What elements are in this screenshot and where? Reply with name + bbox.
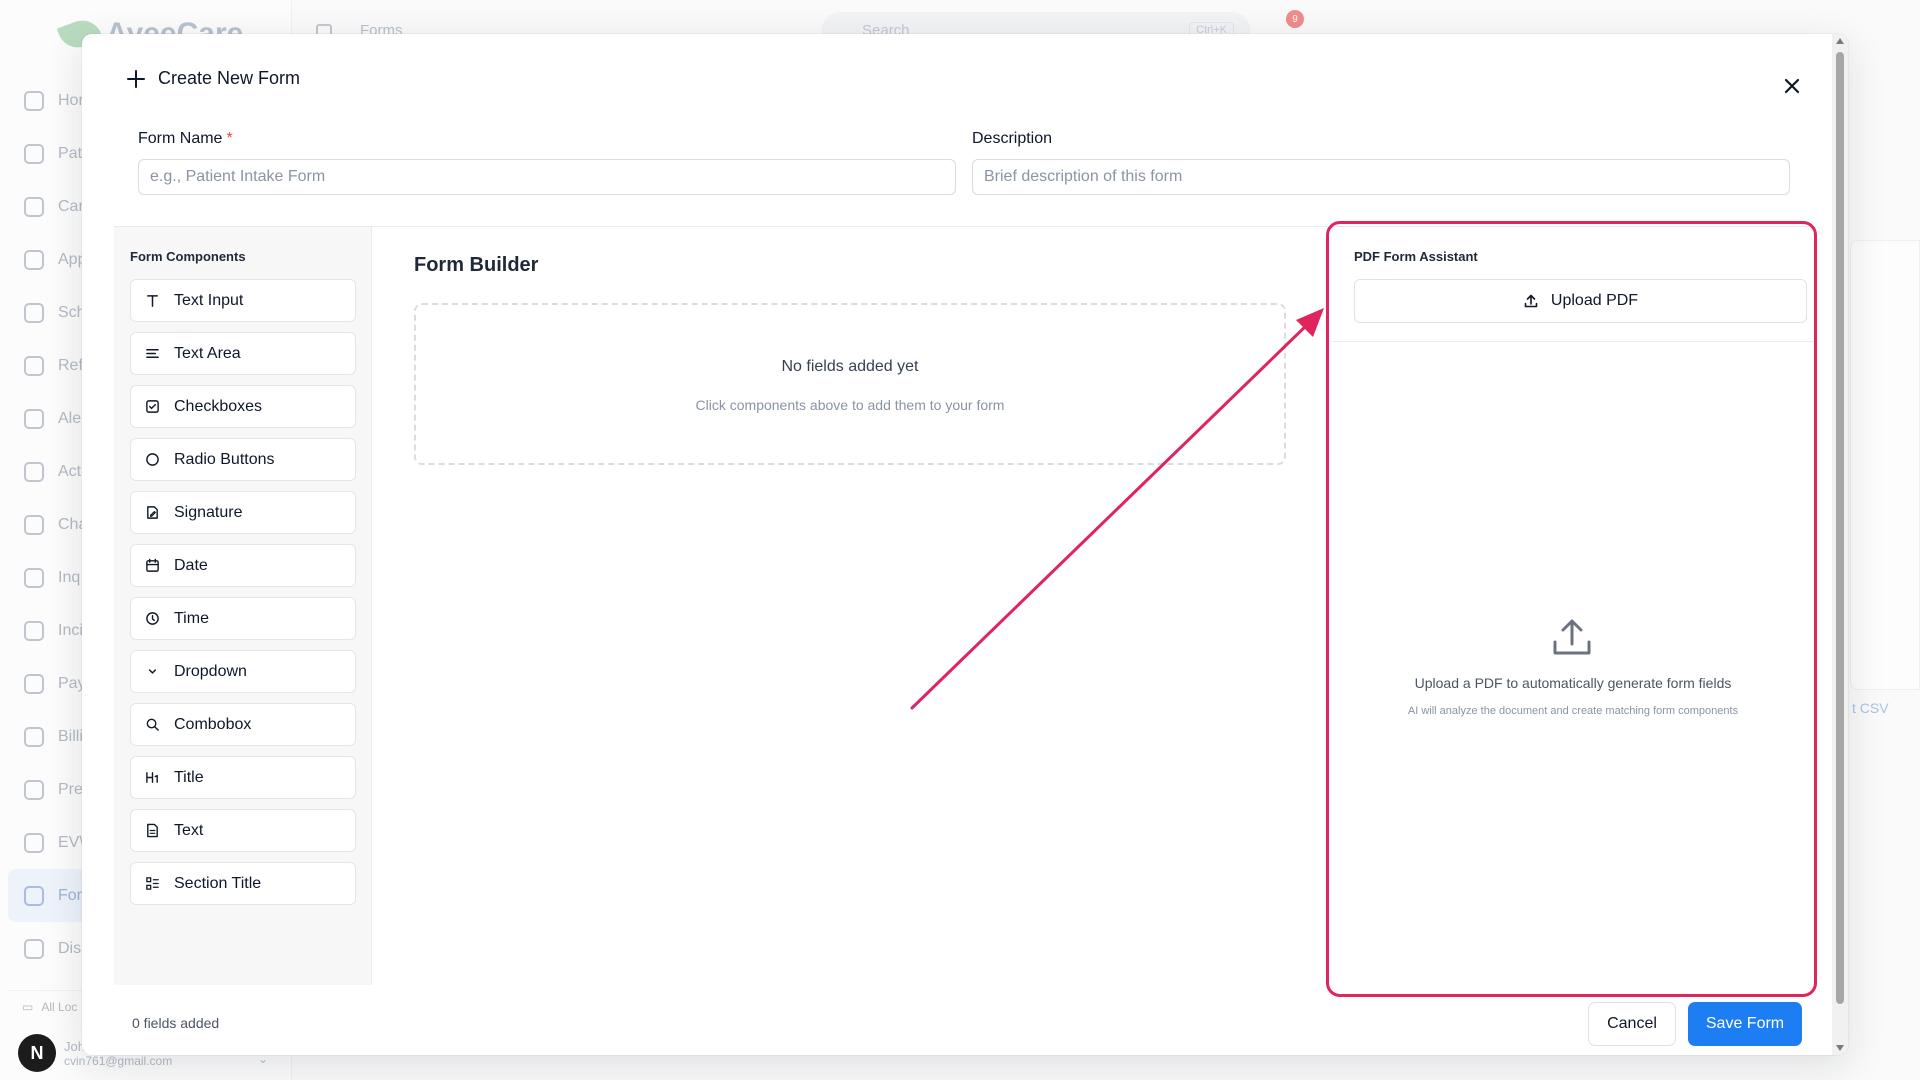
form-name-input[interactable] (138, 159, 956, 195)
sidebar-item-label: Inq (58, 568, 81, 586)
pdf-empty-subtitle: AI will analyze the document and create … (1407, 705, 1739, 717)
upload-icon (1553, 619, 1591, 655)
sidebar-item-label: Car (58, 197, 84, 215)
component-checkboxes[interactable]: Checkboxes (130, 385, 356, 428)
component-radio-buttons[interactable]: Radio Buttons (130, 438, 356, 481)
form-dropzone[interactable]: No fields added yet Click components abo… (414, 303, 1286, 465)
notification-badge: 9 (1286, 10, 1304, 28)
nav-icon (24, 302, 44, 323)
nav-icon (24, 461, 44, 482)
sidebar-item-label: Dis (58, 939, 82, 957)
sidebar-item-label: Act (58, 462, 82, 480)
nav-icon (24, 726, 44, 747)
list-icon (144, 876, 160, 892)
component-dropdown[interactable]: Dropdown (130, 650, 356, 693)
align-left-icon (144, 346, 160, 362)
component-title[interactable]: Title (130, 756, 356, 799)
scroll-up-icon (1836, 38, 1844, 44)
empty-state-subtitle: Click components above to add them to yo… (695, 397, 1005, 413)
sidebar-item-label: Inci (58, 621, 83, 639)
plus-icon (126, 69, 146, 89)
components-list: Text Input Text Area Checkboxes Radio Bu… (130, 279, 356, 915)
form-components-panel: Form Components Text Input Text Area Che… (114, 227, 372, 985)
building-icon: ▭ (22, 999, 34, 1014)
type-icon (144, 293, 160, 309)
sidebar-item-label: Ale (58, 409, 82, 427)
nav-icon (24, 143, 44, 164)
user-email: cvin761@gmail.com (64, 1053, 173, 1068)
scrollbar-thumb[interactable] (1836, 52, 1844, 1004)
builder-area: Form Components Text Input Text Area Che… (114, 226, 1814, 985)
sidebar-item-label: For (58, 886, 82, 904)
cancel-button[interactable]: Cancel (1588, 1002, 1676, 1046)
calendar-icon (144, 558, 160, 574)
component-signature[interactable]: Signature (130, 491, 356, 534)
form-builder: Form Builder No fields added yet Click c… (372, 227, 1332, 985)
component-combobox[interactable]: Combobox (130, 703, 356, 746)
nav-icon (24, 885, 44, 906)
search-icon (144, 717, 160, 733)
modal-title: Create New Form (126, 68, 300, 89)
component-text-area[interactable]: Text Area (130, 332, 356, 375)
background-card (1850, 240, 1920, 690)
component-section-title[interactable]: Section Title (130, 862, 356, 905)
nav-icon (24, 196, 44, 217)
builder-title: Form Builder (414, 254, 539, 276)
sidebar-item-label: EV\ (58, 833, 84, 851)
description-input[interactable] (972, 159, 1790, 195)
divider (1332, 341, 1814, 342)
sidebar-item-label: Hor (58, 91, 84, 109)
empty-state-title: No fields added yet (781, 358, 919, 375)
nav-icon (24, 355, 44, 376)
file-text-icon (144, 823, 160, 839)
required-mark: * (226, 130, 233, 147)
background-export-link: t CSV (1852, 700, 1889, 716)
clock-icon (144, 611, 160, 627)
nav-icon (24, 620, 44, 641)
sidebar-item-label: Billi (58, 727, 83, 745)
radio-icon (144, 452, 160, 468)
component-time[interactable]: Time (130, 597, 356, 640)
component-date[interactable]: Date (130, 544, 356, 587)
upload-pdf-button[interactable]: Upload PDF (1354, 279, 1807, 323)
nav-icon (24, 408, 44, 429)
fields-count: 0 fields added (132, 1015, 220, 1031)
pdf-form-assistant: PDF Form Assistant Upload PDF Upload a P… (1332, 227, 1814, 985)
chevron-down-icon (144, 664, 160, 680)
pdf-empty-title: Upload a PDF to automatically generate f… (1414, 675, 1732, 691)
components-heading: Form Components (130, 249, 246, 264)
sidebar-item-label: Pre (58, 780, 83, 798)
nav-icon (24, 938, 44, 959)
component-text-input[interactable]: Text Input (130, 279, 356, 322)
nav-icon (24, 514, 44, 535)
nav-icon (24, 567, 44, 588)
component-text[interactable]: Text (130, 809, 356, 852)
checkbox-icon (144, 399, 160, 415)
sidebar-item-label: Ref (58, 356, 83, 374)
sidebar-item-label: Pat (58, 144, 83, 162)
modal-scrollbar[interactable] (1832, 34, 1848, 1055)
pdf-assistant-heading: PDF Form Assistant (1354, 249, 1478, 264)
close-button[interactable] (1776, 70, 1808, 102)
create-form-modal: Create New Form Form Name* Description F… (82, 34, 1848, 1055)
nav-icon (24, 673, 44, 694)
avatar: N (18, 1034, 56, 1072)
form-name-label: Form Name * (138, 130, 233, 147)
signature-icon (144, 505, 160, 521)
nav-icon (24, 779, 44, 800)
scroll-down-icon (1836, 1045, 1844, 1051)
upload-icon (1524, 294, 1538, 308)
save-form-button[interactable]: Save Form (1688, 1002, 1802, 1046)
heading-icon (144, 770, 160, 786)
close-icon (1784, 78, 1800, 94)
description-label: Description (972, 130, 1053, 147)
nav-icon (24, 249, 44, 270)
nav-icon (24, 90, 44, 111)
nav-icon (24, 832, 44, 853)
